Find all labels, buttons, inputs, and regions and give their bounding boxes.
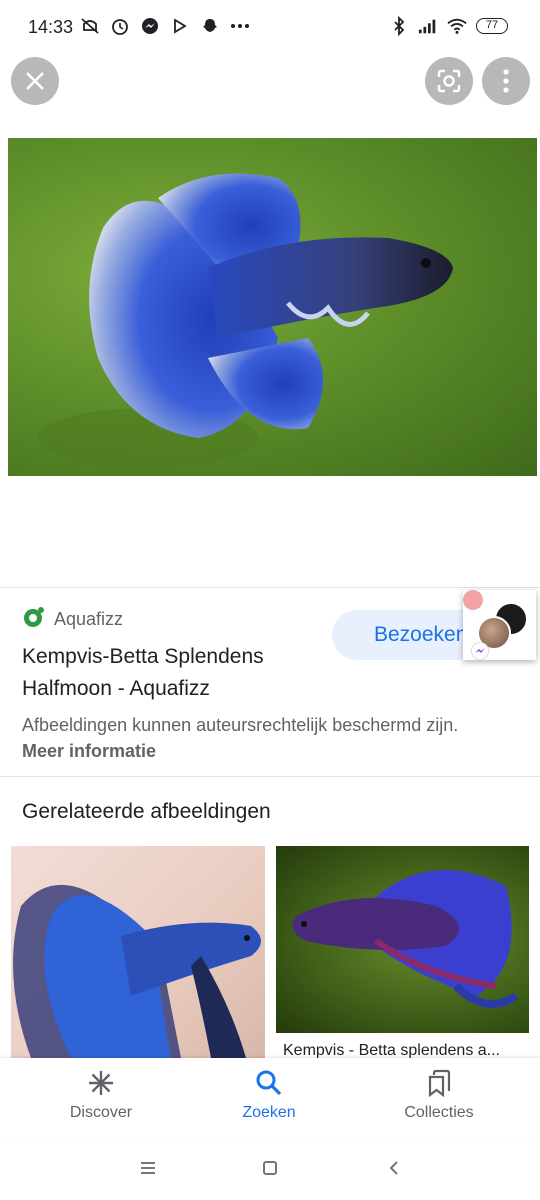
source-favicon-icon [22,605,46,634]
close-button[interactable] [11,57,59,105]
close-icon [26,72,44,90]
lens-icon [437,69,461,93]
nav-discover[interactable]: Discover [31,1068,171,1132]
nav-collections-label: Collecties [404,1104,474,1121]
related-fish-illustration [292,870,519,1008]
nav-collections[interactable]: Collecties [369,1068,509,1132]
battery-icon: 77 [476,18,508,34]
more-vert-icon [503,69,509,93]
related-images-heading: Gerelateerde afbeeldingen [22,800,271,823]
chat-head-bubble[interactable] [463,590,536,660]
recent-apps-button[interactable] [136,1156,160,1180]
source-name: Aquafizz [54,609,124,629]
copyright-notice: Afbeeldingen kunnen auteursrechtelijk be… [22,712,492,764]
system-navigation-bar [0,1140,540,1200]
messenger-badge-icon [471,642,489,660]
status-bar: 14:33 77 [0,0,540,56]
result-title[interactable]: Kempvis-Betta Splendens Halfmoon - Aquaf… [22,641,322,705]
back-chevron-icon [389,1161,398,1175]
nav-discover-label: Discover [69,1104,133,1121]
asterisk-icon [86,1068,116,1098]
more-info-link[interactable]: Meer informatie [22,741,156,761]
search-icon [254,1068,284,1098]
back-button[interactable] [382,1156,406,1180]
related-image-1[interactable] [11,846,265,1058]
mute-icon [80,16,100,36]
lens-button[interactable] [425,57,473,105]
collections-icon [424,1068,454,1098]
play-store-icon [170,16,190,36]
status-icons-left [80,16,250,36]
nav-search[interactable]: Zoeken [199,1068,339,1132]
wifi-icon [447,16,467,36]
betta-fish-illustration [38,173,453,468]
result-image[interactable] [8,138,537,476]
alarm-icon [110,16,130,36]
snapchat-icon [200,16,220,36]
menu-icon [141,1162,155,1174]
more-dots-icon [230,16,250,36]
bottom-navigation: Discover Zoeken Collecties [0,1058,540,1138]
home-square-icon [263,1161,277,1175]
related-image-2[interactable] [276,846,529,1033]
divider [0,776,540,777]
divider [0,587,540,588]
home-button[interactable] [258,1156,282,1180]
copyright-notice-text: Afbeeldingen kunnen auteursrechtelijk be… [22,715,459,735]
status-icons-right: 77 [389,16,508,36]
signal-icon [418,16,438,36]
more-options-button[interactable] [482,57,530,105]
messenger-icon [140,16,160,36]
chat-head-dot [463,590,483,610]
nav-search-label: Zoeken [242,1104,296,1121]
bluetooth-icon [389,16,409,36]
related-fish-illustration [13,884,261,1058]
status-time: 14:33 [28,17,74,37]
source-row[interactable]: Aquafizz [22,605,123,634]
